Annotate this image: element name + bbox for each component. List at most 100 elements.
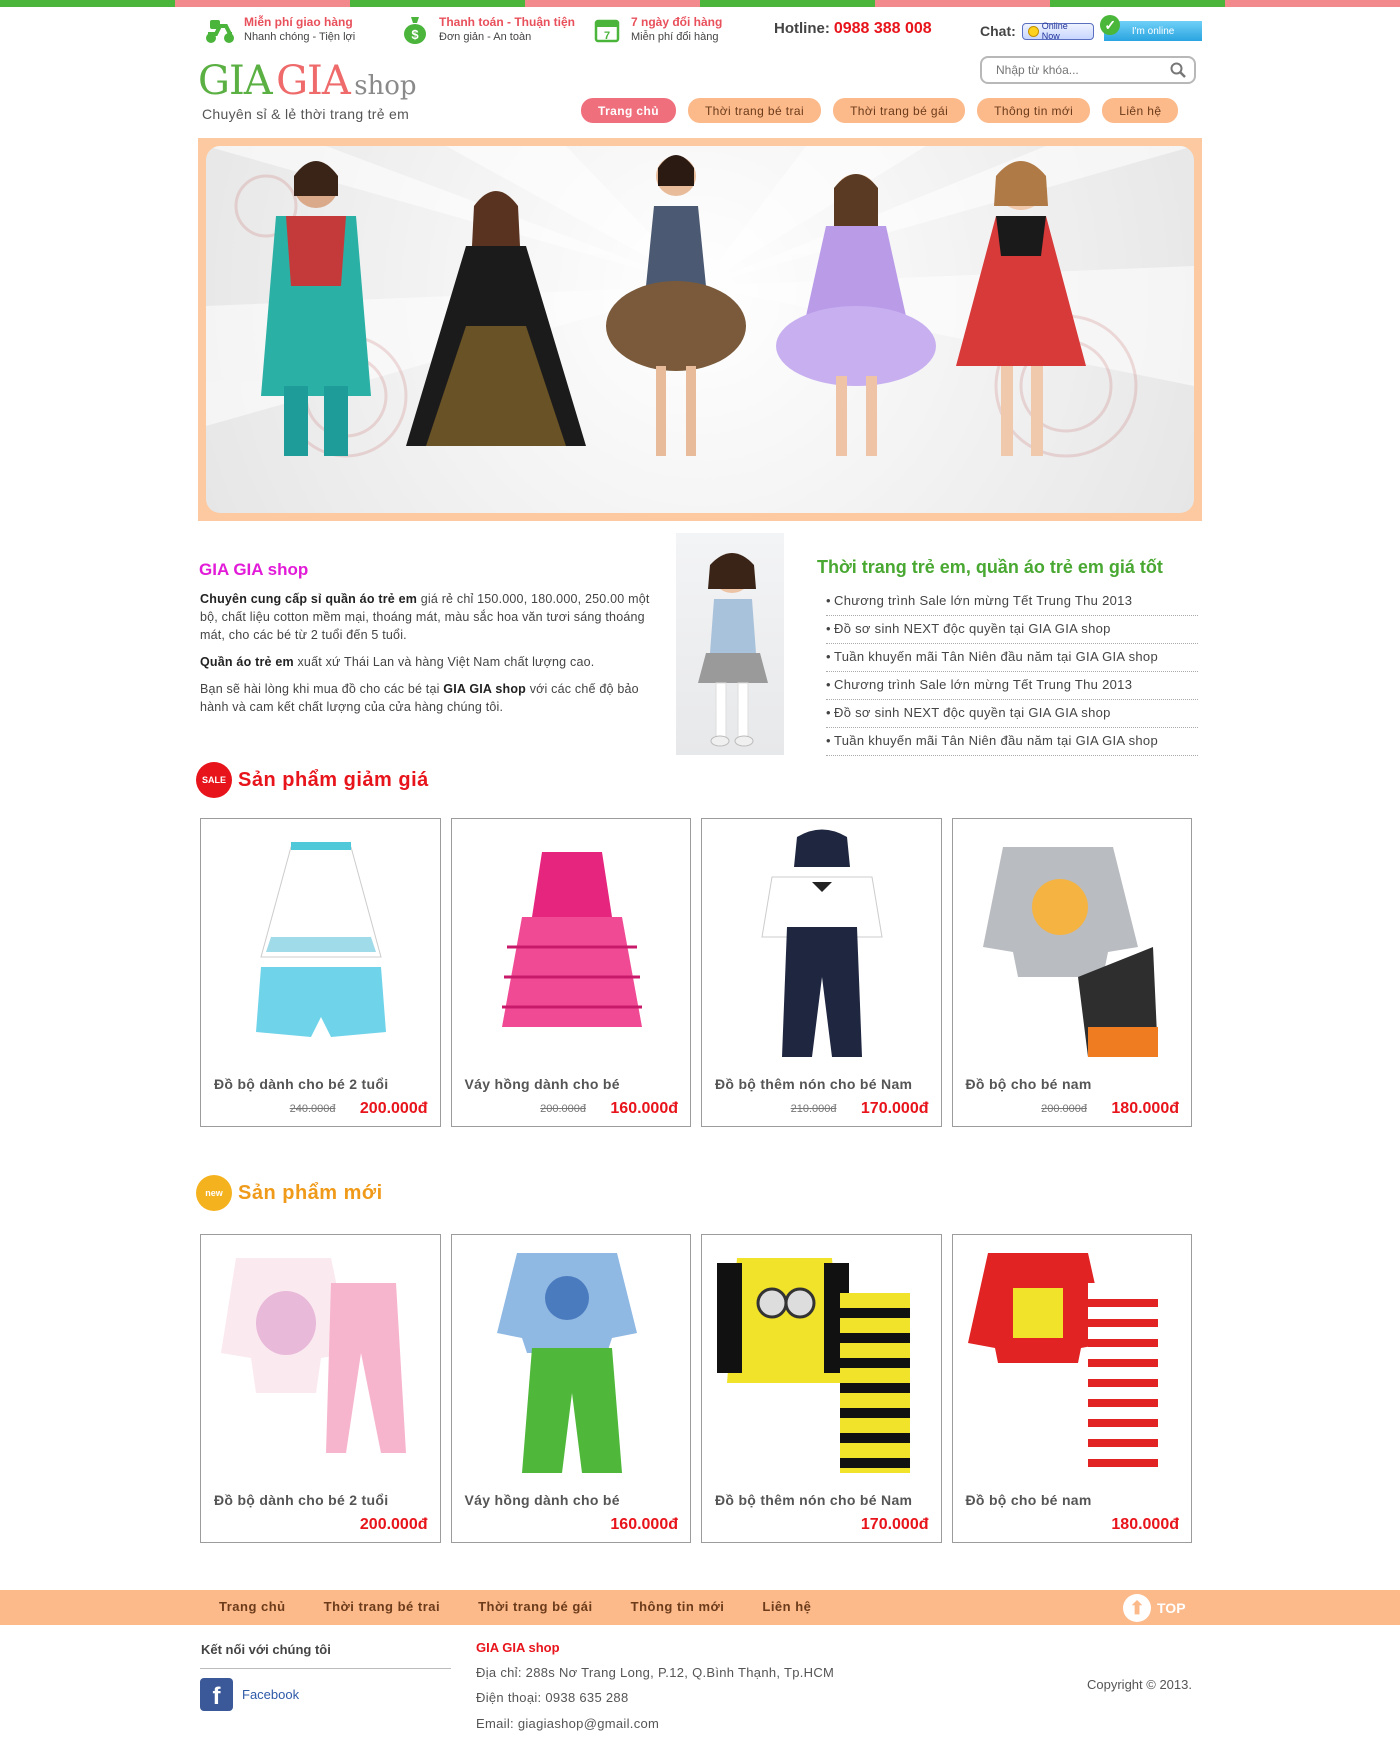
- search-box: [980, 56, 1196, 84]
- chat-badge-label: Online Now: [1041, 21, 1068, 41]
- product-old-price: 200.000đ: [540, 1103, 586, 1115]
- banner-image: [206, 146, 1194, 513]
- stripe-segment: [875, 0, 1050, 7]
- checkmark-icon: ✓: [1100, 15, 1121, 35]
- service-title: Miễn phí giao hàng: [244, 15, 353, 29]
- product-old-price: 200.000đ: [1041, 1103, 1087, 1115]
- product-image: [982, 847, 1158, 1057]
- hotline-number[interactable]: 0988 388 008: [834, 20, 932, 37]
- product-name[interactable]: Đồ bộ cho bé nam: [966, 1076, 1092, 1092]
- top-color-stripe: [0, 0, 1400, 7]
- product-card[interactable]: Váy hồng dành cho bé 160.000đ: [450, 1234, 691, 1543]
- footer-nav-news[interactable]: Thông tin mới: [631, 1599, 725, 1614]
- product-price: 200.000đ: [359, 1516, 428, 1533]
- news-item[interactable]: Đồ sơ sinh NEXT độc quyền tại GIA GIA sh…: [826, 616, 1198, 644]
- facebook-icon: f: [200, 1678, 233, 1711]
- sale-product-grid: Đồ bộ dành cho bé 2 tuổi 240.000đ 200.00…: [200, 818, 1202, 1127]
- service-payment: $ Thanh toán - Thuận tiện Đơn giản - An …: [399, 14, 575, 46]
- footer-nav: Trang chủ Thời trang bé trai Thời trang …: [219, 1599, 849, 1614]
- nav-item-contact[interactable]: Liên hệ: [1102, 98, 1179, 123]
- news-title: Thời trang trẻ em, quần áo trẻ em giá tố…: [817, 557, 1163, 577]
- new-badge-icon: new: [196, 1175, 232, 1211]
- intro-paragraph: Chuyên cung cấp sỉ quần áo trẻ em giá rẻ…: [200, 590, 670, 644]
- intro-emphasis: Chuyên cung cấp sỉ quần áo trẻ em: [200, 592, 418, 606]
- product-price: 160.000đ: [610, 1516, 678, 1533]
- footer-nav-contact[interactable]: Liên hệ: [762, 1599, 811, 1614]
- main-nav: Trang chủ Thời trang bé trai Thời trang …: [581, 98, 1190, 123]
- product-image: [501, 852, 642, 1027]
- product-image: [221, 1258, 406, 1453]
- stripe-segment: [1225, 0, 1400, 7]
- product-old-price: 210.000đ: [790, 1103, 837, 1115]
- stripe-segment: [700, 0, 875, 7]
- product-image: [761, 829, 883, 1057]
- service-free-delivery: Miễn phí giao hàng Nhanh chóng - Tiện lợ…: [204, 14, 355, 46]
- sale-section-title: Sản phẩm giảm giá: [238, 768, 429, 791]
- back-to-top-button[interactable]: ⬆ TOP: [1123, 1594, 1186, 1622]
- scooter-icon: [204, 14, 236, 46]
- search-icon[interactable]: [1170, 62, 1186, 78]
- chat-online-now-button[interactable]: Online Now: [1021, 21, 1095, 41]
- product-name[interactable]: Đồ bộ dành cho bé 2 tuổi: [214, 1492, 388, 1508]
- chat-im-online-button[interactable]: ✓ I'm online: [1100, 15, 1202, 41]
- product-name[interactable]: Đồ bộ cho bé nam: [966, 1492, 1092, 1508]
- service-subtitle: Đơn giản - An toàn: [439, 31, 532, 43]
- nav-item-home[interactable]: Trang chủ: [581, 98, 676, 123]
- product-card[interactable]: Váy hồng dành cho bé 200.000đ 160.000đ: [450, 818, 691, 1127]
- intro-body: xuất xứ Thái Lan và hàng Việt Nam chất l…: [293, 655, 595, 669]
- product-card[interactable]: Đồ bộ cho bé nam 200.000đ 180.000đ: [951, 818, 1192, 1127]
- product-card[interactable]: Đồ bộ thêm nón cho bé Nam 170.000đ: [701, 1234, 942, 1543]
- intro-paragraph: Quần áo trẻ em xuất xứ Thái Lan và hàng …: [200, 653, 670, 671]
- product-card[interactable]: Đồ bộ dành cho bé 2 tuổi 240.000đ 200.00…: [200, 818, 441, 1127]
- footer-nav-girls-fashion[interactable]: Thời trang bé gái: [478, 1599, 593, 1614]
- new-section-heading: new Sản phẩm mới: [196, 1175, 383, 1211]
- news-item[interactable]: Tuần khuyến mãi Tân Niên đầu năm tại GIA…: [826, 728, 1198, 756]
- sale-badge-icon: SALE: [196, 762, 232, 798]
- product-card[interactable]: Đồ bộ thêm nón cho bé Nam 210.000đ 170.0…: [701, 818, 942, 1127]
- facebook-label: Facebook: [242, 1687, 300, 1702]
- chat-badge-label: I'm online: [1131, 25, 1175, 37]
- product-price: 170.000đ: [860, 1100, 929, 1117]
- hotline: Hotline: 0988 388 008: [774, 20, 932, 38]
- footer-phone: Điện thoại: 0938 635 288: [476, 1690, 629, 1705]
- news-item[interactable]: Đồ sơ sinh NEXT độc quyền tại GIA GIA sh…: [826, 700, 1198, 728]
- product-name[interactable]: Váy hồng dành cho bé: [465, 1076, 620, 1092]
- product-name[interactable]: Đồ bộ thêm nón cho bé Nam: [715, 1076, 912, 1092]
- footer-nav-home[interactable]: Trang chủ: [219, 1599, 286, 1614]
- product-image: [717, 1258, 910, 1473]
- stripe-segment: [1050, 0, 1225, 7]
- service-subtitle: Nhanh chóng - Tiện lợi: [244, 31, 356, 43]
- news-item[interactable]: Tuần khuyến mãi Tân Niên đầu năm tại GIA…: [826, 644, 1198, 672]
- new-section-title: Sản phẩm mới: [238, 1181, 383, 1204]
- news-item[interactable]: Chương trình Sale lớn mừng Tết Trung Thu…: [826, 672, 1198, 700]
- news-item[interactable]: Chương trình Sale lớn mừng Tết Trung Thu…: [826, 588, 1198, 616]
- product-price: 170.000đ: [860, 1516, 929, 1533]
- stripe-segment: [0, 0, 175, 7]
- nav-item-girls-fashion[interactable]: Thời trang bé gái: [833, 98, 966, 123]
- logo-part-3: shop: [354, 71, 417, 101]
- hero-banner[interactable]: [198, 138, 1202, 521]
- product-price: 180.000đ: [1111, 1100, 1179, 1117]
- intro-body: Bạn sẽ hài lòng khi mua đồ cho các bé tạ…: [200, 682, 444, 696]
- product-image: [256, 842, 386, 1037]
- site-logo[interactable]: GIA GIA shop: [198, 58, 417, 104]
- footer-address: Địa chỉ: 288s Nơ Trang Long, P.12, Q.Bìn…: [476, 1665, 835, 1680]
- search-input[interactable]: [982, 58, 1162, 82]
- product-card[interactable]: Đồ bộ dành cho bé 2 tuổi 200.000đ: [200, 1234, 441, 1543]
- product-card[interactable]: Đồ bộ cho bé nam 180.000đ: [951, 1234, 1192, 1543]
- product-name[interactable]: Váy hồng dành cho bé: [465, 1492, 620, 1508]
- logo-part-1: GIA: [198, 58, 273, 104]
- facebook-link[interactable]: f Facebook: [200, 1678, 299, 1711]
- nav-item-boys-fashion[interactable]: Thời trang bé trai: [687, 98, 822, 123]
- nav-item-news[interactable]: Thông tin mới: [977, 98, 1091, 123]
- site-tagline: Chuyên sỉ & lẻ thời trang trẻ em: [202, 106, 410, 122]
- calendar-icon: 7: [591, 14, 623, 46]
- product-image: [967, 1253, 1158, 1473]
- footer-nav-boys-fashion[interactable]: Thời trang bé trai: [324, 1599, 440, 1614]
- product-name[interactable]: Đồ bộ thêm nón cho bé Nam: [715, 1492, 912, 1508]
- service-subtitle: Miễn phí đổi hàng: [631, 31, 719, 43]
- footer-email[interactable]: Email: giagiashop@gmail.com: [476, 1716, 659, 1731]
- product-name[interactable]: Đồ bộ dành cho bé 2 tuổi: [214, 1076, 388, 1092]
- divider: [200, 1668, 451, 1669]
- product-price: 160.000đ: [610, 1100, 678, 1117]
